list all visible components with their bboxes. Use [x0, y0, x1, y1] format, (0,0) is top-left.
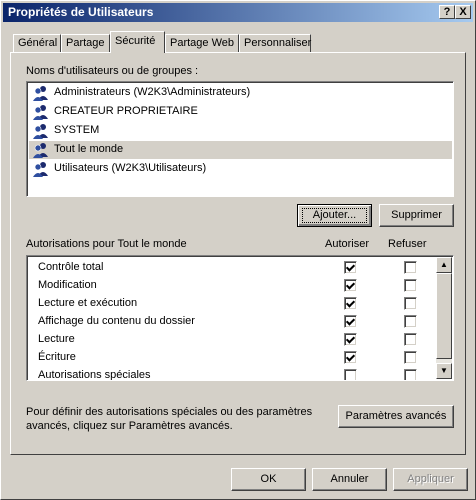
add-button[interactable]: Ajouter... — [297, 204, 372, 227]
users-listbox[interactable]: Administrateurs (W2K3\Administrateurs) C… — [26, 81, 454, 197]
user-label: Tout le monde — [54, 143, 124, 155]
permissions-label: Autorisations pour Tout le monde — [26, 238, 187, 250]
tab-general[interactable]: Général — [13, 34, 61, 53]
deny-checkbox[interactable] — [404, 261, 417, 274]
deny-column-header: Refuser — [388, 238, 427, 250]
info-line-2: avancés, cliquez sur Paramètres avancés. — [26, 420, 233, 432]
tab-web-sharing[interactable]: Partage Web — [165, 34, 239, 53]
allow-checkbox[interactable] — [344, 315, 357, 328]
permission-label: Modification — [38, 279, 97, 291]
deny-checkbox[interactable] — [404, 333, 417, 346]
allow-checkbox[interactable] — [344, 297, 357, 310]
permission-label: Lecture — [38, 333, 75, 345]
deny-checkbox[interactable] — [404, 297, 417, 310]
focus-rect — [302, 208, 367, 223]
permission-label: Autorisations spéciales — [38, 369, 151, 381]
title-bar[interactable]: Propriétés de Utilisateurs ? X — [3, 3, 473, 22]
scroll-thumb[interactable] — [436, 273, 452, 359]
deny-checkbox[interactable] — [404, 351, 417, 364]
tab-sharing[interactable]: Partage — [61, 34, 110, 53]
arrow-down-icon[interactable]: ▼ — [436, 363, 452, 379]
tab-customize[interactable]: Personnaliser — [239, 34, 311, 53]
user-label: Utilisateurs (W2K3\Utilisateurs) — [54, 162, 207, 174]
allow-checkbox[interactable] — [344, 279, 357, 292]
deny-checkbox[interactable] — [404, 315, 417, 328]
allow-checkbox[interactable] — [344, 333, 357, 346]
permission-row: Autorisations spéciales — [27, 366, 435, 381]
permissions-scrollbar[interactable]: ▲ ▼ — [436, 257, 452, 379]
users-group-icon — [33, 105, 48, 120]
users-group-icon — [33, 143, 48, 158]
allow-checkbox[interactable] — [344, 261, 357, 274]
user-label: CREATEUR PROPRIETAIRE — [54, 105, 198, 117]
list-item[interactable]: SYSTEM — [29, 122, 452, 140]
permission-label: Écriture — [38, 351, 76, 363]
tab-security[interactable]: Sécurité — [110, 31, 165, 53]
permission-row: Modification — [27, 276, 435, 294]
remove-button[interactable]: Supprimer — [379, 204, 454, 227]
apply-button-label: Appliquer — [407, 473, 454, 485]
cancel-button-label: Annuler — [330, 473, 369, 485]
advanced-button[interactable]: Paramètres avancés — [338, 405, 454, 428]
list-item-selected[interactable]: Tout le monde — [29, 141, 452, 159]
permission-row: Lecture — [27, 330, 435, 348]
allow-column-header: Autoriser — [325, 238, 370, 250]
permission-label: Contrôle total — [38, 261, 104, 273]
users-group-icon — [33, 162, 48, 177]
close-button[interactable]: X — [455, 5, 471, 19]
list-item[interactable]: Utilisateurs (W2K3\Utilisateurs) — [29, 160, 452, 178]
permission-row: Affichage du contenu du dossier — [27, 312, 435, 330]
permission-label: Affichage du contenu du dossier — [38, 315, 195, 327]
allow-checkbox[interactable] — [344, 351, 357, 364]
apply-button[interactable]: Appliquer — [393, 468, 468, 491]
ok-button-label: OK — [260, 473, 277, 485]
permission-row: Contrôle total — [27, 258, 435, 276]
permission-row: Écriture — [27, 348, 435, 366]
list-item[interactable]: Administrateurs (W2K3\Administrateurs) — [29, 84, 452, 102]
info-line-1: Pour définir des autorisations spéciales… — [26, 406, 313, 418]
arrow-up-icon[interactable]: ▲ — [436, 257, 452, 273]
help-button[interactable]: ? — [439, 5, 455, 19]
user-label: Administrateurs (W2K3\Administrateurs) — [54, 86, 251, 98]
list-item[interactable]: CREATEUR PROPRIETAIRE — [29, 103, 452, 121]
allow-checkbox[interactable] — [344, 369, 357, 380]
users-group-icon — [33, 124, 48, 139]
deny-checkbox[interactable] — [404, 279, 417, 292]
remove-button-label: Supprimer — [391, 209, 442, 221]
permission-row: Lecture et exécution — [27, 294, 435, 312]
permissions-list[interactable]: Contrôle total Modification Lecture et e… — [26, 255, 454, 381]
user-label: SYSTEM — [54, 124, 100, 136]
deny-checkbox[interactable] — [404, 369, 417, 380]
properties-dialog: Propriétés de Utilisateurs ? X Général P… — [0, 0, 476, 500]
users-label: Noms d'utilisateurs ou de groupes : — [26, 65, 199, 77]
cancel-button[interactable]: Annuler — [312, 468, 387, 491]
permission-label: Lecture et exécution — [38, 297, 138, 309]
ok-button[interactable]: OK — [231, 468, 306, 491]
advanced-button-label: Paramètres avancés — [345, 410, 447, 422]
window-title: Propriétés de Utilisateurs — [8, 5, 154, 19]
users-group-icon — [33, 86, 48, 101]
